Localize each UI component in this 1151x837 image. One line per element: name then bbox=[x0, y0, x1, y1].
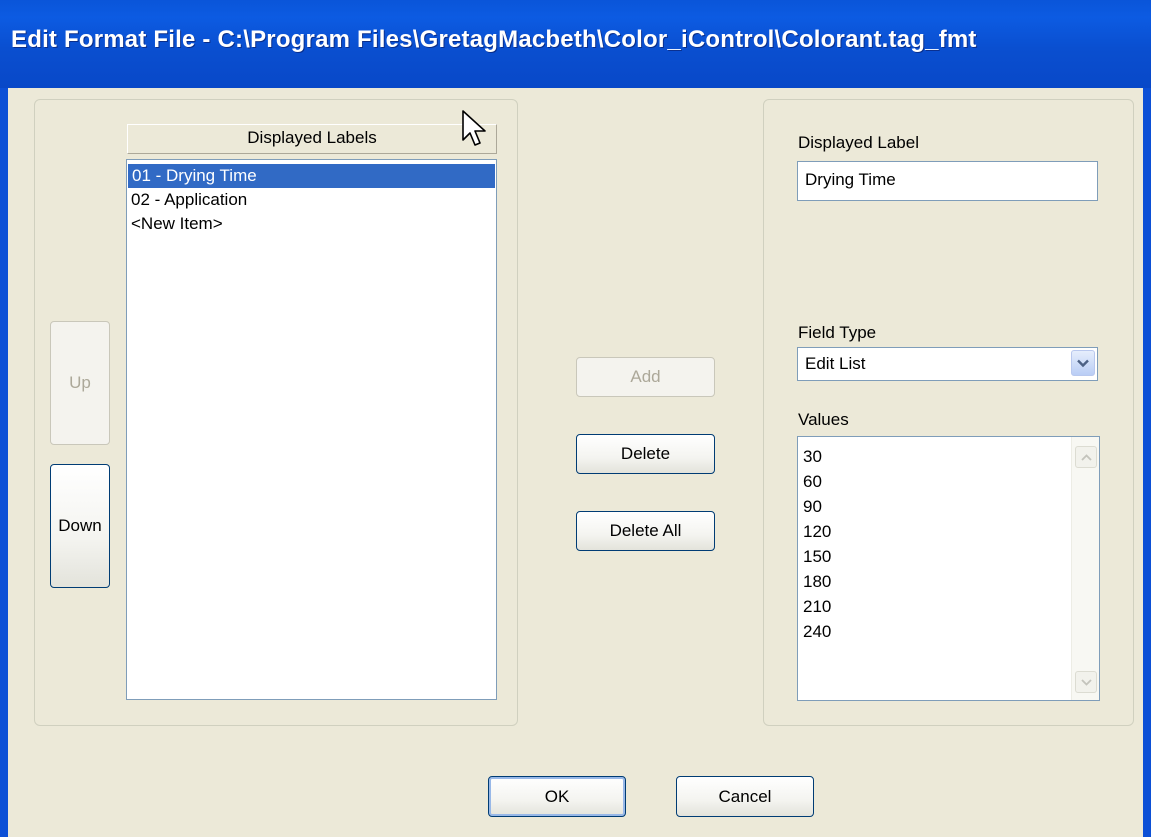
value-item[interactable]: 150 bbox=[798, 544, 1099, 569]
down-button[interactable]: Down bbox=[50, 464, 110, 588]
ok-button[interactable]: OK bbox=[488, 776, 626, 817]
values-list[interactable]: 30 60 90 120 150 180 210 240 bbox=[797, 436, 1100, 701]
values-caption: Values bbox=[798, 410, 849, 429]
up-button[interactable]: Up bbox=[50, 321, 110, 445]
chevron-down-icon[interactable] bbox=[1071, 350, 1095, 376]
scroll-down-button[interactable] bbox=[1075, 671, 1097, 693]
field-type-select[interactable]: Edit List bbox=[797, 347, 1098, 381]
add-button-label: Add bbox=[630, 367, 661, 386]
chevron-down-icon bbox=[1080, 678, 1092, 686]
value-item[interactable]: 120 bbox=[798, 519, 1099, 544]
field-type-caption: Field Type bbox=[798, 323, 877, 342]
mouse-pointer-icon bbox=[462, 110, 486, 146]
displayed-label-caption: Displayed Label bbox=[798, 133, 919, 152]
displayed-label-input[interactable]: Drying Time bbox=[797, 161, 1098, 201]
value-item[interactable]: 90 bbox=[798, 494, 1099, 519]
list-item[interactable]: <New Item> bbox=[127, 212, 496, 236]
field-type-value: Edit List bbox=[805, 354, 866, 373]
down-button-label: Down bbox=[58, 516, 102, 535]
cancel-button[interactable]: Cancel bbox=[676, 776, 814, 817]
value-item[interactable]: 240 bbox=[798, 619, 1099, 644]
cancel-button-label: Cancel bbox=[718, 786, 772, 806]
title-bar[interactable]: Edit Format File - C:\Program Files\Gret… bbox=[0, 0, 1151, 88]
delete-all-button-label: Delete All bbox=[609, 521, 682, 540]
delete-button-label: Delete bbox=[620, 444, 671, 463]
value-item[interactable]: 210 bbox=[798, 594, 1099, 619]
value-item[interactable]: 60 bbox=[798, 469, 1099, 494]
value-item[interactable]: 180 bbox=[798, 569, 1099, 594]
delete-all-button[interactable]: Delete All bbox=[576, 511, 715, 551]
chevron-up-icon bbox=[1080, 453, 1092, 461]
list-item[interactable]: 01 - Drying Time bbox=[128, 164, 495, 188]
ok-button-label: OK bbox=[544, 786, 570, 806]
window-frame-right bbox=[1143, 88, 1151, 837]
window-frame-left bbox=[0, 88, 8, 837]
displayed-labels-header-text: Displayed Labels bbox=[247, 128, 377, 147]
displayed-labels-list[interactable]: 01 - Drying Time 02 - Application <New Ite… bbox=[126, 159, 497, 700]
delete-button[interactable]: Delete bbox=[576, 434, 715, 474]
values-scrollbar[interactable] bbox=[1071, 437, 1099, 700]
displayed-labels-header[interactable]: Displayed Labels bbox=[127, 124, 497, 154]
value-item[interactable]: 30 bbox=[798, 444, 1099, 469]
window-title: Edit Format File - C:\Program Files\Gret… bbox=[11, 26, 977, 53]
scroll-up-button[interactable] bbox=[1075, 446, 1097, 468]
up-button-label: Up bbox=[69, 373, 91, 392]
list-item[interactable]: 02 - Application bbox=[127, 188, 496, 212]
add-button[interactable]: Add bbox=[576, 357, 715, 397]
